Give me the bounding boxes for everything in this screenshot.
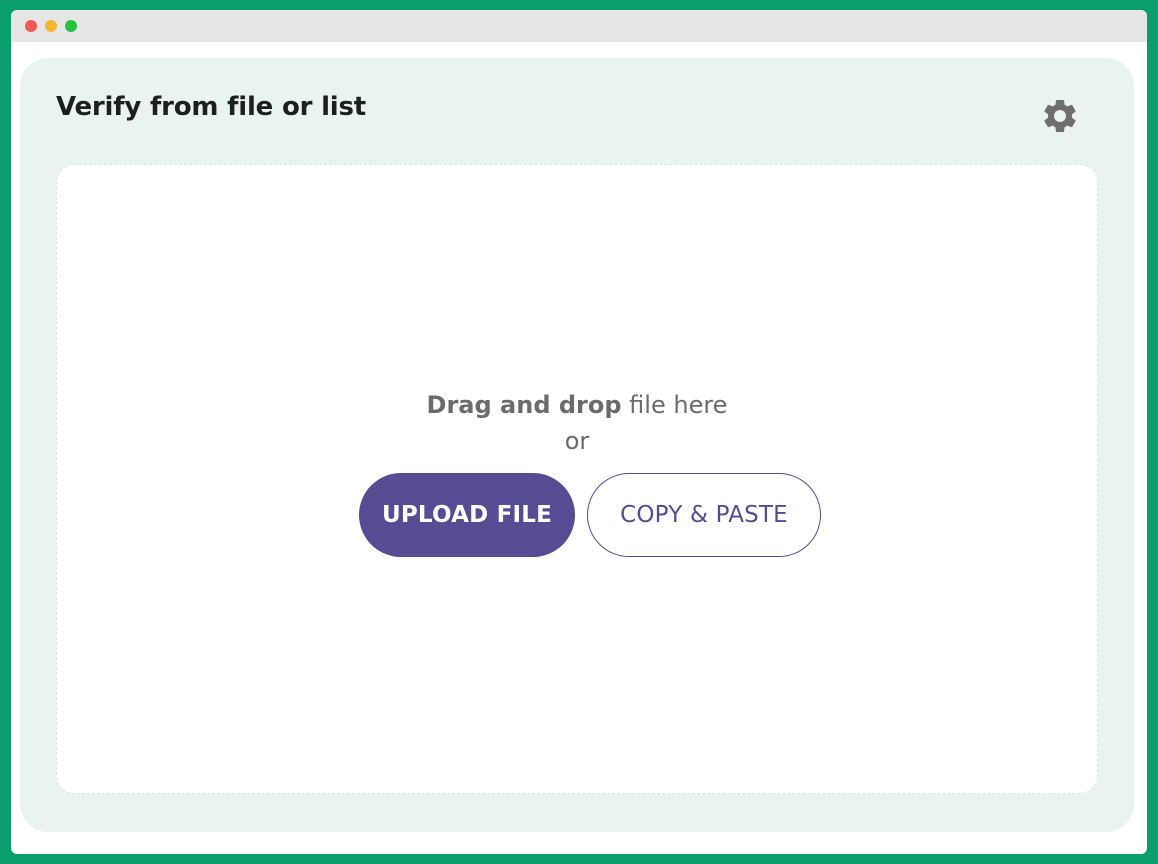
gear-icon-svg <box>1044 99 1076 132</box>
or-separator: or <box>564 427 590 455</box>
window-titlebar <box>11 10 1147 42</box>
gear-icon[interactable] <box>1040 96 1080 136</box>
verify-panel: Verify from file or list Drag and drop f… <box>20 58 1134 832</box>
drag-and-drop-text: Drag and drop <box>426 391 622 419</box>
file-dropzone[interactable]: Drag and drop file here or UPLOAD FILE C… <box>56 164 1098 794</box>
minimize-window-dot[interactable] <box>45 20 57 32</box>
page-title: Verify from file or list <box>56 92 367 122</box>
close-window-dot[interactable] <box>25 20 37 32</box>
browser-window: Verify from file or list Drag and drop f… <box>11 10 1147 854</box>
maximize-window-dot[interactable] <box>65 20 77 32</box>
file-here-text: file here <box>621 391 728 419</box>
copy-paste-button[interactable]: COPY & PASTE <box>587 473 821 557</box>
upload-file-button[interactable]: UPLOAD FILE <box>359 473 575 557</box>
dropzone-instruction: Drag and drop file here <box>57 391 1097 419</box>
